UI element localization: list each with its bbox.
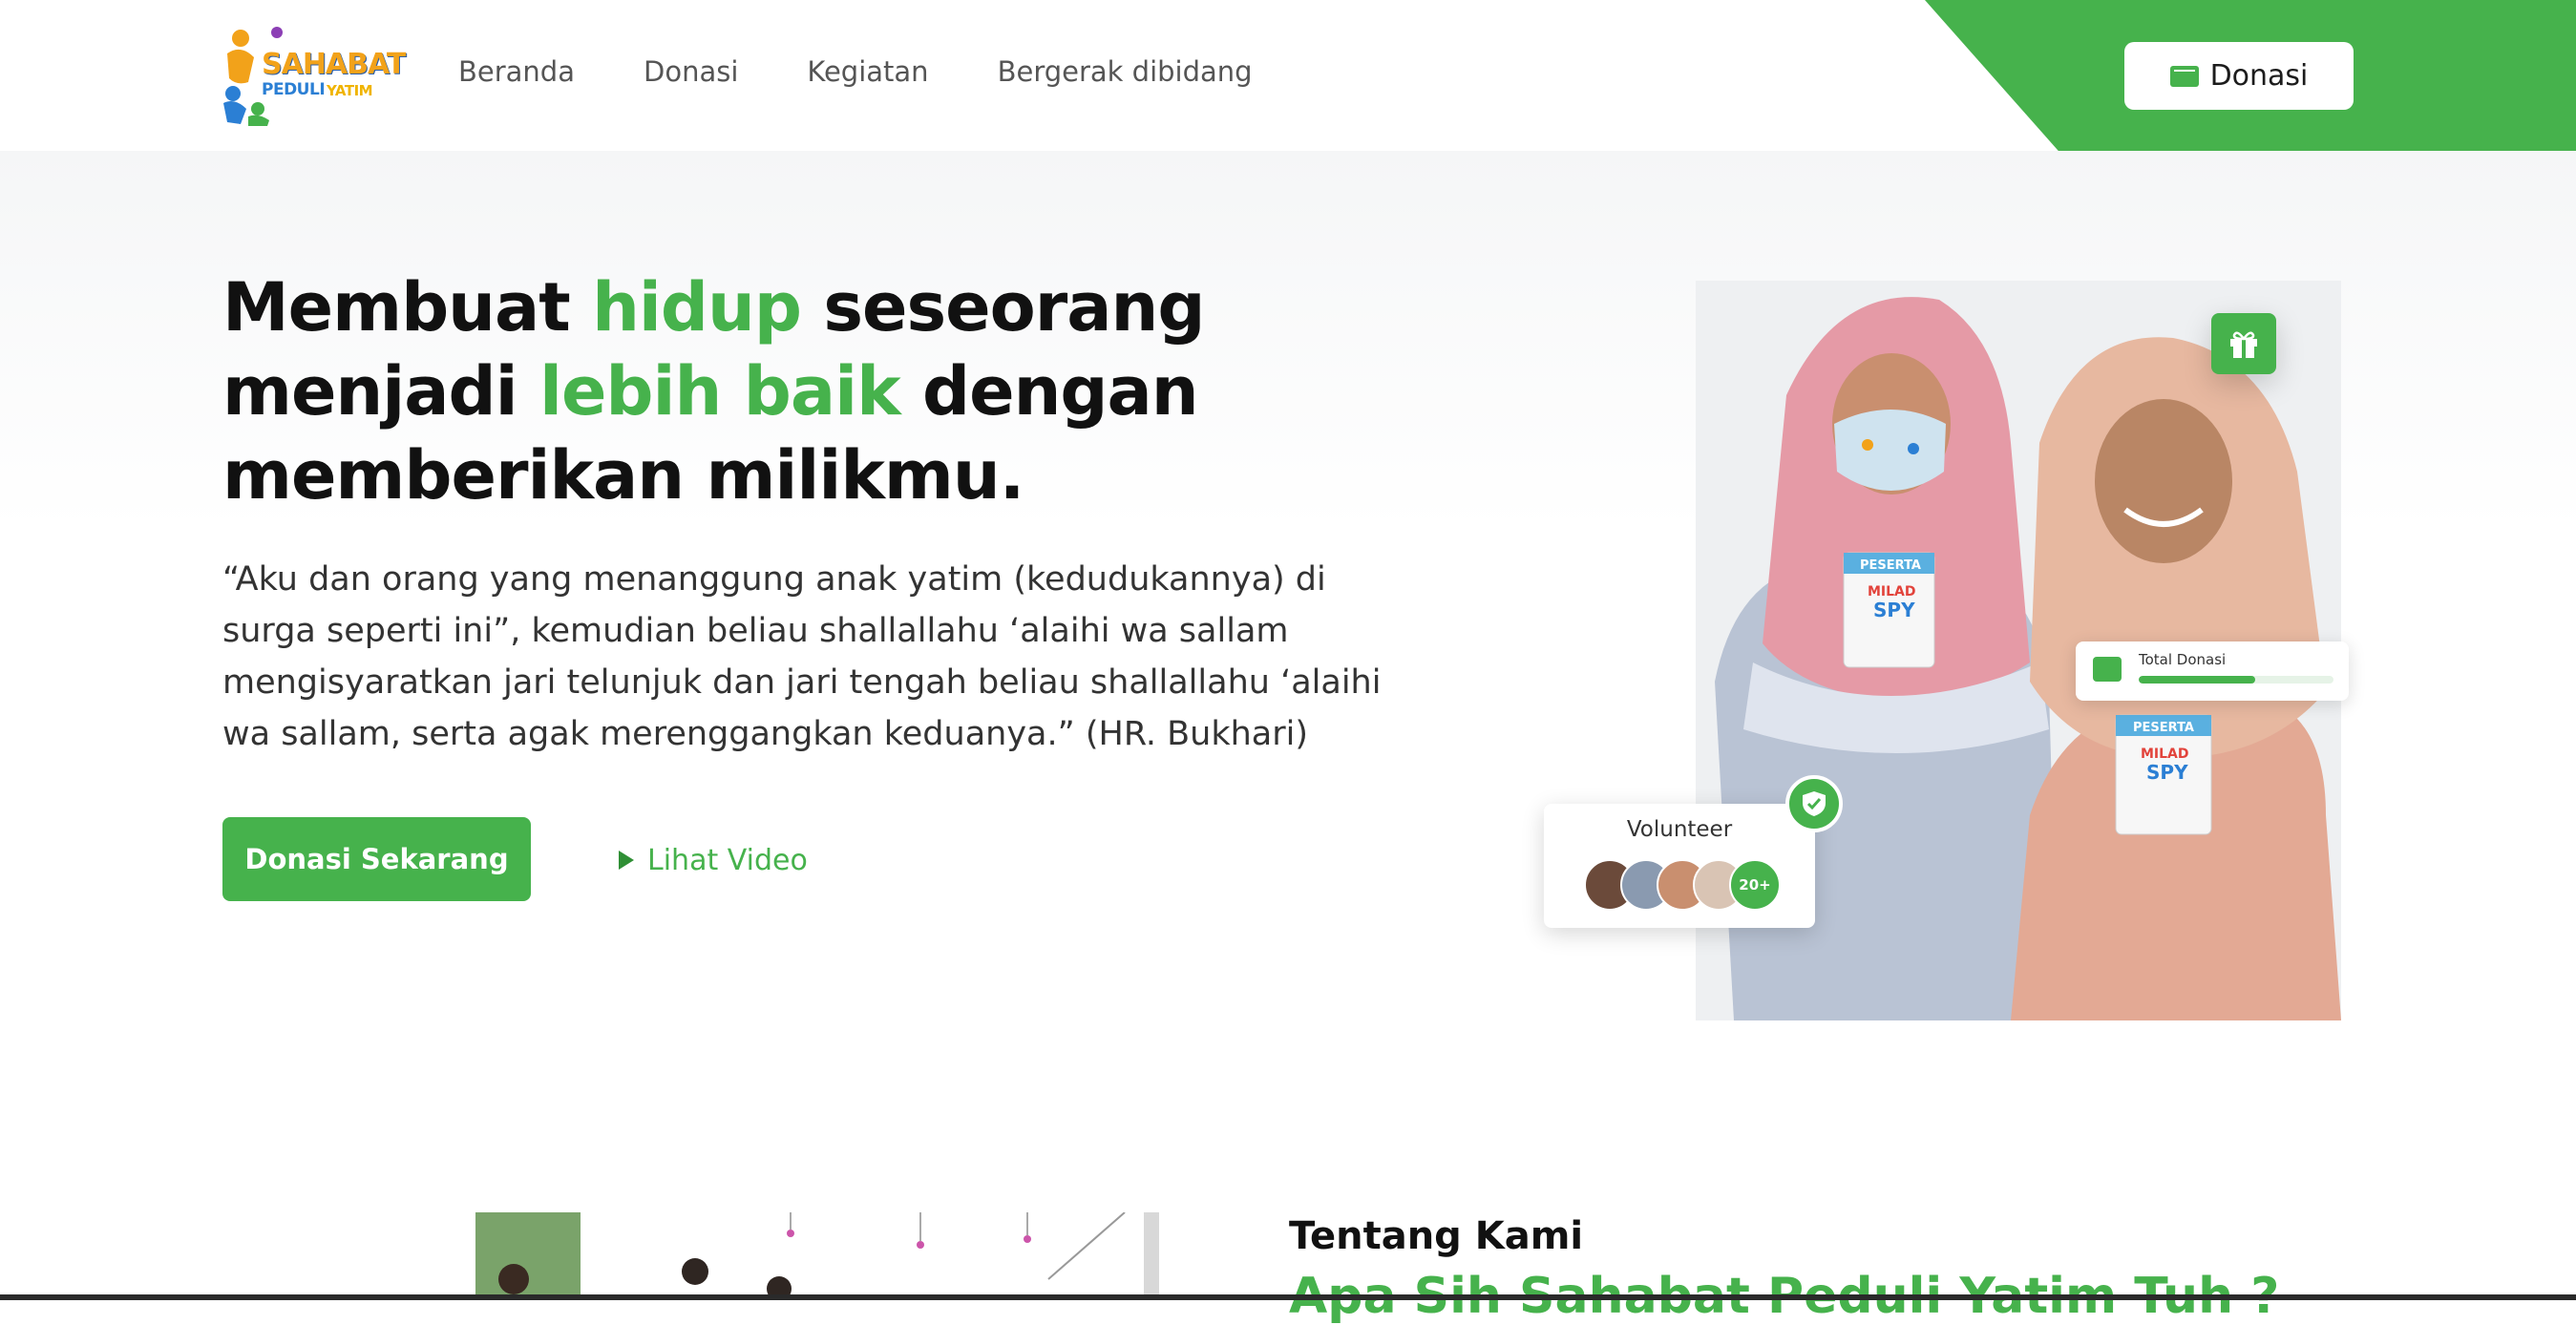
volunteer-label: Volunteer xyxy=(1626,817,1733,842)
nav-donasi-button[interactable]: Donasi xyxy=(2124,42,2354,110)
navbar: SAHABAT PEDULI YATIM Beranda Donasi Kegi… xyxy=(0,0,2576,151)
badge-milad-right: MILAD xyxy=(2141,747,2189,762)
lihat-video-label: Lihat Video xyxy=(647,843,808,877)
total-donasi-label: Total Donasi xyxy=(2139,651,2227,668)
hero-title-highlight-lebih-baik: lebih baik xyxy=(538,352,901,431)
nav-donasi-label: Donasi xyxy=(2209,59,2309,93)
lihat-video-button[interactable]: Lihat Video xyxy=(619,841,808,879)
hero-title-part1: Membuat xyxy=(222,268,593,347)
wallet-icon xyxy=(2169,65,2199,87)
gift-badge xyxy=(2211,313,2276,374)
nav-link-bergerak-dibidang[interactable]: Bergerak dibidang xyxy=(998,55,1253,88)
logo-text-yatim: YATIM xyxy=(327,82,373,99)
nav-link-donasi[interactable]: Donasi xyxy=(644,55,738,88)
gift-icon xyxy=(2230,331,2257,358)
hero-hadith-quote: “Aku dan orang yang menanggung anak yati… xyxy=(222,560,1382,753)
badge-peserta-right: PESERTA xyxy=(2133,721,2194,735)
logo-text-peduli: PEDULI xyxy=(262,80,326,99)
main-nav: Beranda Donasi Kegiatan Bergerak dibidan… xyxy=(458,55,1253,88)
hero-title-highlight-hidup: hidup xyxy=(592,268,802,347)
badge-spy-left: SPY xyxy=(1873,599,1915,621)
total-donasi-progress-fill xyxy=(2139,676,2256,684)
badge-spy-right: SPY xyxy=(2146,761,2188,784)
play-icon xyxy=(619,851,634,870)
about-photo xyxy=(475,1212,1159,1300)
donasi-sekarang-button[interactable]: Donasi Sekarang xyxy=(222,817,531,901)
badge-milad-left: MILAD xyxy=(1868,584,1916,599)
hero-title: Membuat hidup seseorang menjadi lebih ba… xyxy=(222,265,1483,517)
wallet-icon xyxy=(2093,657,2122,682)
nav-link-kegiatan[interactable]: Kegiatan xyxy=(807,55,928,88)
volunteer-more-badge: 20+ xyxy=(1729,859,1781,911)
nav-link-beranda[interactable]: Beranda xyxy=(458,55,575,88)
about-section-title: Tentang Kami xyxy=(1289,1214,1584,1258)
volunteer-card: Volunteer 20+ xyxy=(1544,804,1815,928)
total-donasi-card: Total Donasi xyxy=(2076,641,2349,701)
site-logo[interactable]: SAHABAT PEDULI YATIM xyxy=(220,25,406,126)
shield-check-icon xyxy=(1803,791,1826,816)
viewport-bottom-edge xyxy=(0,1294,2576,1300)
logo-text-sahabat: SAHABAT xyxy=(262,48,406,81)
total-donasi-progress xyxy=(2139,676,2333,684)
badge-peserta-left: PESERTA xyxy=(1860,558,1921,573)
shield-check-badge xyxy=(1785,775,1843,832)
about-photo-illustration xyxy=(475,1212,1159,1300)
